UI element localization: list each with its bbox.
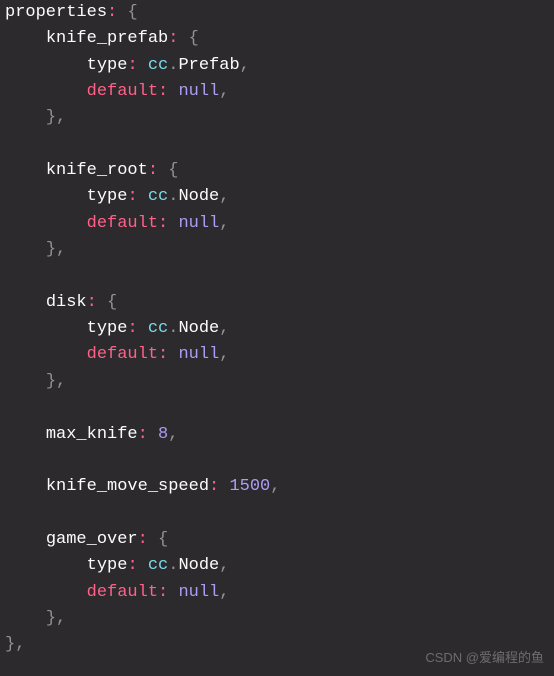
- prop-name: max_knife: [46, 425, 138, 444]
- prop-name: knife_prefab: [46, 29, 168, 48]
- code-block: properties: { knife_prefab: { type: cc.P…: [0, 0, 554, 659]
- prop-name: disk: [46, 293, 87, 312]
- prop-name: game_over: [46, 530, 138, 549]
- prop-name: knife_move_speed: [46, 477, 209, 496]
- label-properties: properties: [5, 3, 107, 22]
- prop-name: knife_root: [46, 161, 148, 180]
- watermark: CSDN @爱编程的鱼: [425, 648, 544, 668]
